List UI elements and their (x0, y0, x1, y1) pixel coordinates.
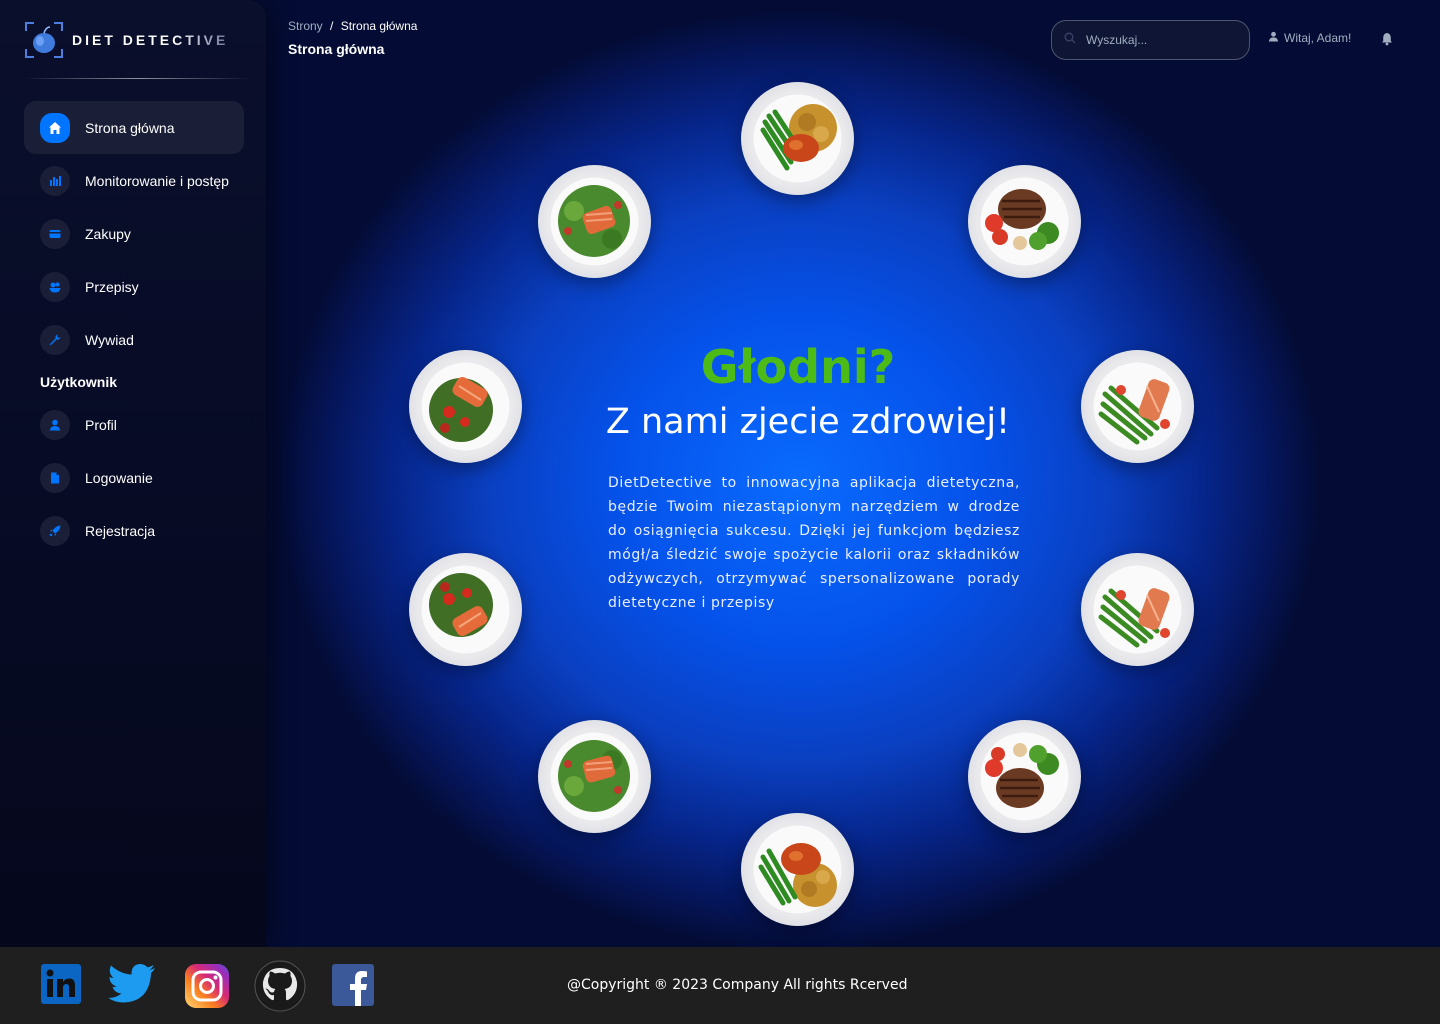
bell-icon[interactable] (1381, 32, 1393, 51)
hero-subtitle: Z nami zjecie zdrowiej! (605, 402, 1011, 442)
chart-icon (40, 165, 70, 196)
sidebar-item-label: Przepisy (85, 278, 139, 295)
linkedin-icon[interactable] (40, 963, 86, 1009)
sidebar-item-label: Monitorowanie i postęp (85, 172, 229, 189)
wrench-icon (40, 324, 70, 355)
breadcrumb-root[interactable]: Strony (288, 19, 323, 33)
sidebar-item-shopping[interactable]: Zakupy (24, 207, 244, 260)
user-menu[interactable]: Witaj, Adam! (1268, 31, 1351, 45)
rocket-icon (40, 515, 70, 546)
instagram-icon[interactable] (184, 963, 230, 1009)
page-title: Strona główna (288, 41, 385, 57)
food-plate-chicken-rice (741, 82, 854, 195)
person-icon (40, 409, 70, 440)
food-plate-steak (968, 165, 1081, 278)
app-name: DIET DETECTIVE (72, 32, 229, 48)
twitter-icon[interactable] (107, 963, 155, 1009)
sidebar-item-label: Strona główna (85, 119, 175, 136)
food-plate-steak (968, 720, 1081, 833)
food-plate-salmon-salad (409, 350, 522, 463)
sidebar-item-login[interactable]: Logowanie (24, 451, 244, 504)
sidebar-item-label: Rejestracja (85, 522, 156, 539)
search-icon (1064, 31, 1076, 49)
food-plate-salmon-salad (538, 720, 651, 833)
sidebar-item-label: Wywiad (85, 331, 134, 348)
sidebar-item-profile[interactable]: Profil (24, 398, 244, 451)
user-icon (1268, 31, 1279, 45)
hero-title: Głodni? (700, 340, 896, 394)
apple-logo-icon (24, 21, 64, 59)
food-plate-salmon-asparagus (1081, 350, 1194, 463)
sidebar-item-label: Logowanie (85, 469, 153, 486)
recipe-icon (40, 271, 70, 302)
user-greeting: Witaj, Adam! (1284, 31, 1352, 45)
food-plate-salmon-salad (538, 165, 651, 278)
food-plate-salmon-asparagus (1081, 553, 1194, 666)
sidebar-item-recipes[interactable]: Przepisy (24, 260, 244, 313)
github-icon[interactable] (254, 960, 306, 1012)
document-icon (40, 462, 70, 493)
breadcrumb: Strony / Strona główna (288, 19, 417, 33)
app-logo[interactable]: DIET DETECTIVE (24, 20, 254, 60)
search-input[interactable] (1086, 33, 1236, 47)
copyright-text: @Copyright ® 2023 Company All rights Rce… (567, 977, 908, 993)
sidebar: DIET DETECTIVE Strona główna Monitorowan… (0, 0, 266, 947)
sidebar-item-interview[interactable]: Wywiad (24, 313, 244, 366)
home-icon (40, 112, 70, 143)
sidebar-item-register[interactable]: Rejestracja (24, 504, 244, 557)
sidebar-item-monitoring[interactable]: Monitorowanie i postęp (24, 154, 244, 207)
facebook-icon[interactable] (331, 963, 377, 1009)
credit-card-icon (40, 218, 70, 249)
user-section-label: Użytkownik (40, 374, 118, 390)
sidebar-item-label: Profil (85, 416, 117, 433)
hero-description: DietDetective to innowacyjna aplikacja d… (608, 475, 1020, 611)
breadcrumb-separator: / (330, 19, 334, 33)
sidebar-nav: Strona główna Monitorowanie i postęp Zak… (24, 101, 244, 557)
food-plate-salmon-salad (409, 553, 522, 666)
food-plate-chicken-rice (741, 813, 854, 926)
breadcrumb-current: Strona główna (340, 19, 418, 33)
logo-divider (24, 78, 252, 79)
sidebar-item-label: Zakupy (85, 225, 131, 242)
sidebar-item-home[interactable]: Strona główna (24, 101, 244, 154)
search-box[interactable] (1051, 20, 1250, 60)
